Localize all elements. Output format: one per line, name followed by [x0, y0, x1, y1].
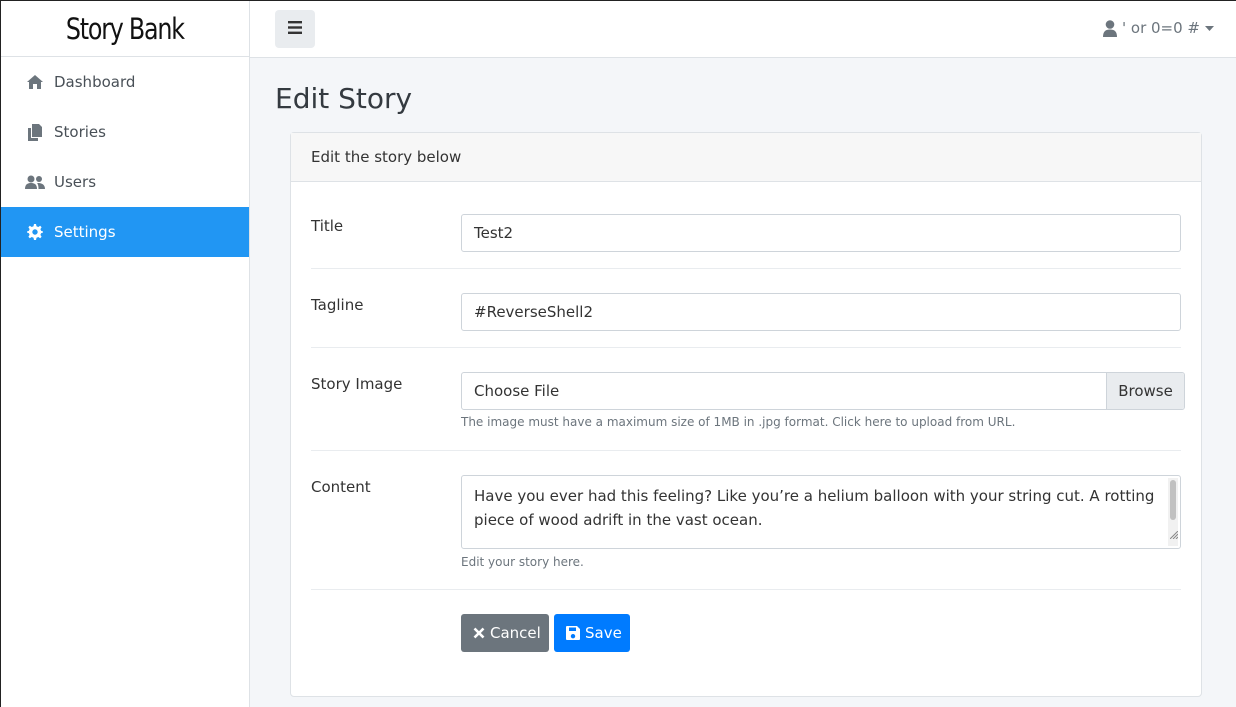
content-help-text: Edit your story here.	[461, 555, 584, 569]
user-name: ' or 0=0 #	[1122, 19, 1200, 37]
sidebar-item-label: Dashboard	[54, 73, 136, 91]
title-label: Title	[311, 217, 344, 235]
sidebar-item-settings[interactable]: Settings	[1, 207, 249, 257]
card-header: Edit the story below	[291, 133, 1201, 182]
content-label: Content	[311, 478, 371, 496]
sidebar-item-label: Users	[54, 173, 97, 191]
sidebar-item-label: Settings	[54, 223, 116, 241]
brand-title[interactable]: Story Bank	[66, 12, 185, 46]
sidebar-item-label: Stories	[54, 123, 106, 141]
sidebar: Story Bank Dashboard Stories Users Setti…	[1, 1, 250, 707]
cancel-label: Cancel	[490, 624, 541, 642]
brand[interactable]: Story Bank	[1, 1, 249, 57]
home-icon	[25, 72, 45, 92]
sidebar-toggle-button[interactable]	[275, 10, 315, 48]
user-menu[interactable]: ' or 0=0 #	[1103, 19, 1214, 37]
resize-handle-icon[interactable]	[1169, 522, 1179, 546]
story-image-file-input[interactable]: Choose File Browse	[461, 372, 1185, 410]
save-icon	[566, 626, 580, 640]
divider	[311, 589, 1181, 590]
cancel-button[interactable]: Cancel	[461, 614, 549, 652]
save-label: Save	[585, 624, 622, 642]
caret-down-icon	[1205, 25, 1214, 31]
form-actions: Cancel Save	[311, 614, 1181, 652]
save-button[interactable]: Save	[554, 614, 630, 652]
edit-story-card: Edit the story below Title Test2 Tagline…	[290, 132, 1202, 697]
gear-icon	[25, 222, 45, 242]
file-input-placeholder: Choose File	[474, 382, 560, 400]
divider	[311, 450, 1181, 451]
close-icon	[473, 627, 485, 639]
users-icon	[25, 172, 45, 192]
content-textarea[interactable]: Have you ever had this feeling? Like you…	[461, 475, 1181, 549]
sidebar-item-users[interactable]: Users	[1, 157, 249, 207]
hamburger-icon	[288, 20, 302, 38]
sidebar-nav: Dashboard Stories Users Settings	[1, 57, 249, 257]
tagline-input[interactable]: #ReverseShell2	[461, 293, 1181, 331]
divider	[311, 268, 1181, 269]
story-image-label: Story Image	[311, 375, 403, 393]
copy-icon	[25, 122, 45, 142]
main-content: Edit Story Edit the story below Title Te…	[250, 58, 1236, 707]
image-help-text[interactable]: The image must have a maximum size of 1M…	[461, 415, 1015, 429]
scrollbar-thumb[interactable]	[1170, 480, 1176, 520]
divider	[311, 347, 1181, 348]
content-text: Have you ever had this feeling? Like you…	[474, 487, 1155, 529]
tagline-label: Tagline	[311, 296, 364, 314]
page-title: Edit Story	[275, 82, 413, 115]
sidebar-item-dashboard[interactable]: Dashboard	[1, 57, 249, 107]
browse-button[interactable]: Browse	[1106, 373, 1184, 409]
sidebar-item-stories[interactable]: Stories	[1, 107, 249, 157]
topbar: ' or 0=0 #	[250, 1, 1236, 58]
user-icon	[1103, 19, 1117, 37]
title-input[interactable]: Test2	[461, 214, 1181, 252]
